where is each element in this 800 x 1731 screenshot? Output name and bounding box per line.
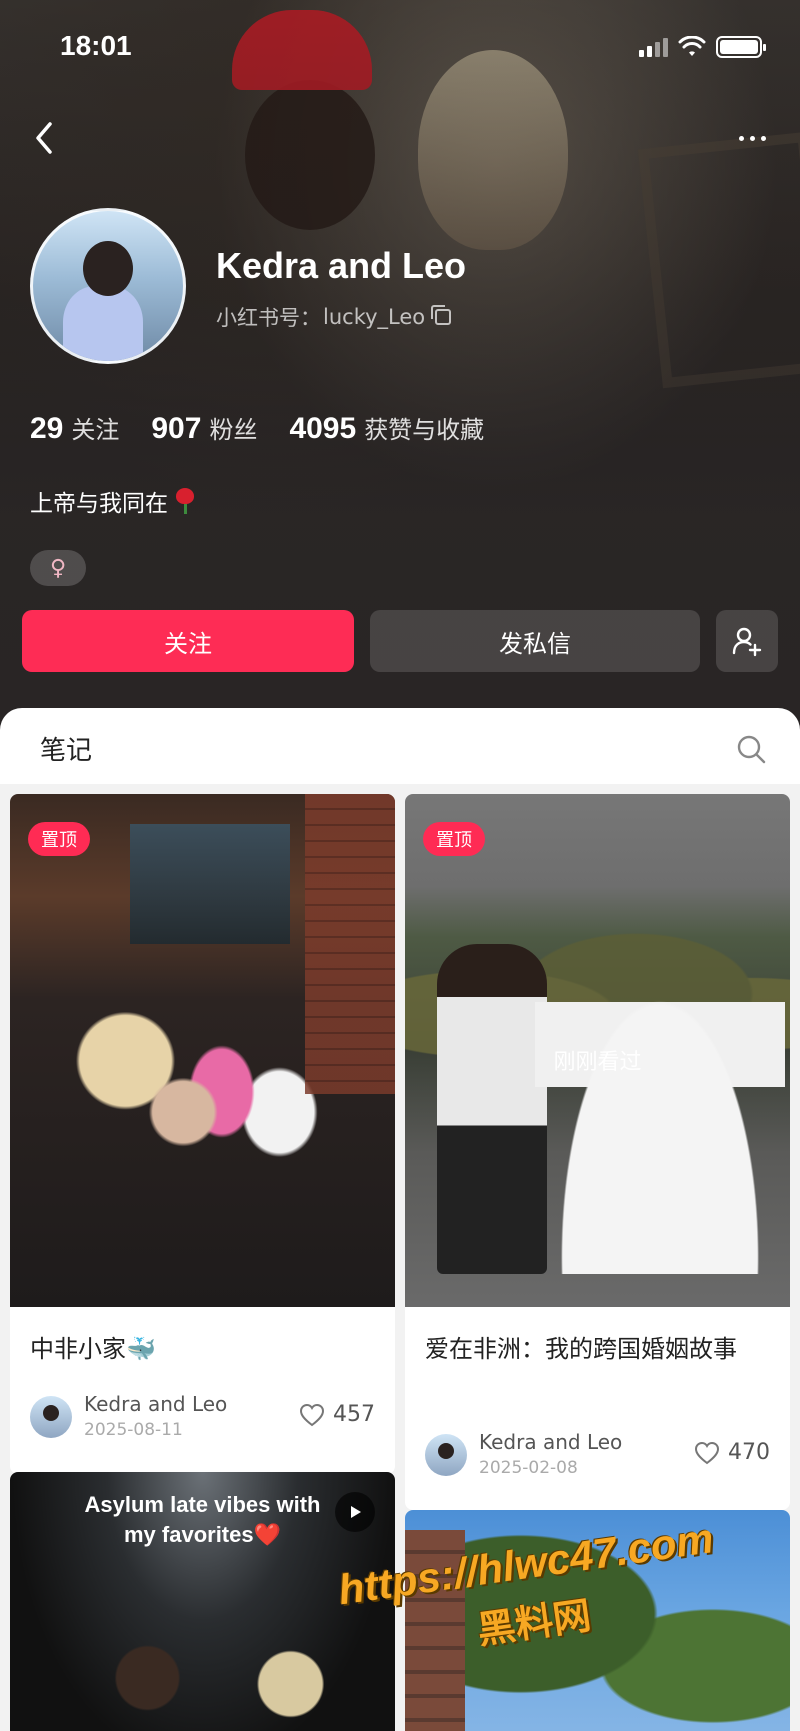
like-button[interactable]: 457 — [299, 1402, 375, 1427]
stat-likes-collections[interactable]: 4095 获赞与收藏 — [289, 410, 484, 446]
author-avatar — [425, 1434, 467, 1476]
profile-stats: 29 关注 907 粉丝 4095 获赞与收藏 — [30, 410, 484, 446]
pinned-badge: 置顶 — [423, 822, 485, 856]
like-button[interactable]: 470 — [694, 1440, 770, 1465]
author-name: Kedra and Leo — [84, 1392, 228, 1416]
rose-icon — [174, 488, 196, 514]
note-card[interactable]: 刚刚看过 置顶 爱在非洲：我的跨国婚姻故事 Kedra and Leo 2025… — [405, 794, 790, 1510]
profile-header: 18:01 Kedra and Leo 小红书号： lucky_Leo 29 关注 — [0, 0, 800, 740]
signal-icon — [639, 37, 668, 57]
like-count: 470 — [728, 1440, 770, 1465]
follow-button[interactable]: 关注 — [22, 610, 354, 672]
battery-icon — [716, 36, 766, 58]
profile-handle: 小红书号： lucky_Leo — [216, 302, 452, 332]
note-card[interactable]: 置顶 中非小家🐳 Kedra and Leo 2025-08-11 457 — [10, 794, 395, 1474]
author-name: Kedra and Leo — [479, 1430, 623, 1454]
back-button[interactable] — [30, 118, 60, 158]
note-cover-image — [10, 794, 395, 1307]
note-date: 2025-02-08 — [479, 1458, 578, 1478]
tab-notes[interactable]: 笔记 — [40, 730, 92, 767]
more-dot-icon — [738, 135, 744, 141]
message-button[interactable]: 发私信 — [370, 610, 700, 672]
handle-label: 小红书号： — [216, 306, 321, 330]
note-title: 爱在非洲：我的跨国婚姻故事 — [425, 1335, 737, 1363]
copy-icon[interactable] — [431, 305, 452, 325]
stat-followers[interactable]: 907 粉丝 — [151, 410, 257, 446]
author-avatar — [30, 1396, 72, 1438]
search-icon — [737, 735, 766, 764]
more-options-button[interactable] — [732, 128, 772, 148]
play-icon[interactable] — [335, 1492, 375, 1532]
heart-icon — [299, 1403, 325, 1426]
note-title: 中非小家🐳 — [30, 1335, 156, 1363]
stat-following[interactable]: 29 关注 — [30, 410, 119, 446]
note-cover-image: 刚刚看过 — [405, 794, 790, 1307]
add-user-icon — [732, 627, 762, 657]
note-author-row: Kedra and Leo 2025-08-11 457 — [30, 1392, 375, 1444]
avatar[interactable] — [30, 208, 186, 364]
recently-viewed-label: 刚刚看过 — [553, 1050, 642, 1075]
female-icon: ♀ — [49, 555, 67, 581]
profile-name: Kedra and Leo — [216, 245, 467, 286]
note-author-row: Kedra and Leo 2025-02-08 470 — [425, 1430, 770, 1482]
handle-value: lucky_Leo — [323, 305, 426, 329]
gender-tag: ♀ — [30, 550, 86, 586]
pinned-badge: 置顶 — [28, 822, 90, 856]
chevron-left-icon — [36, 122, 52, 154]
status-icons — [639, 36, 766, 58]
note-date: 2025-08-11 — [84, 1420, 183, 1440]
profile-bio: 上帝与我同在 — [30, 484, 196, 518]
heart-icon — [694, 1441, 720, 1464]
notes-tabbar: 笔记 — [0, 708, 800, 784]
add-friend-button[interactable] — [716, 610, 778, 672]
like-count: 457 — [333, 1402, 375, 1427]
search-button[interactable] — [736, 734, 766, 764]
wifi-icon — [678, 36, 706, 56]
status-time: 18:01 — [60, 30, 132, 61]
